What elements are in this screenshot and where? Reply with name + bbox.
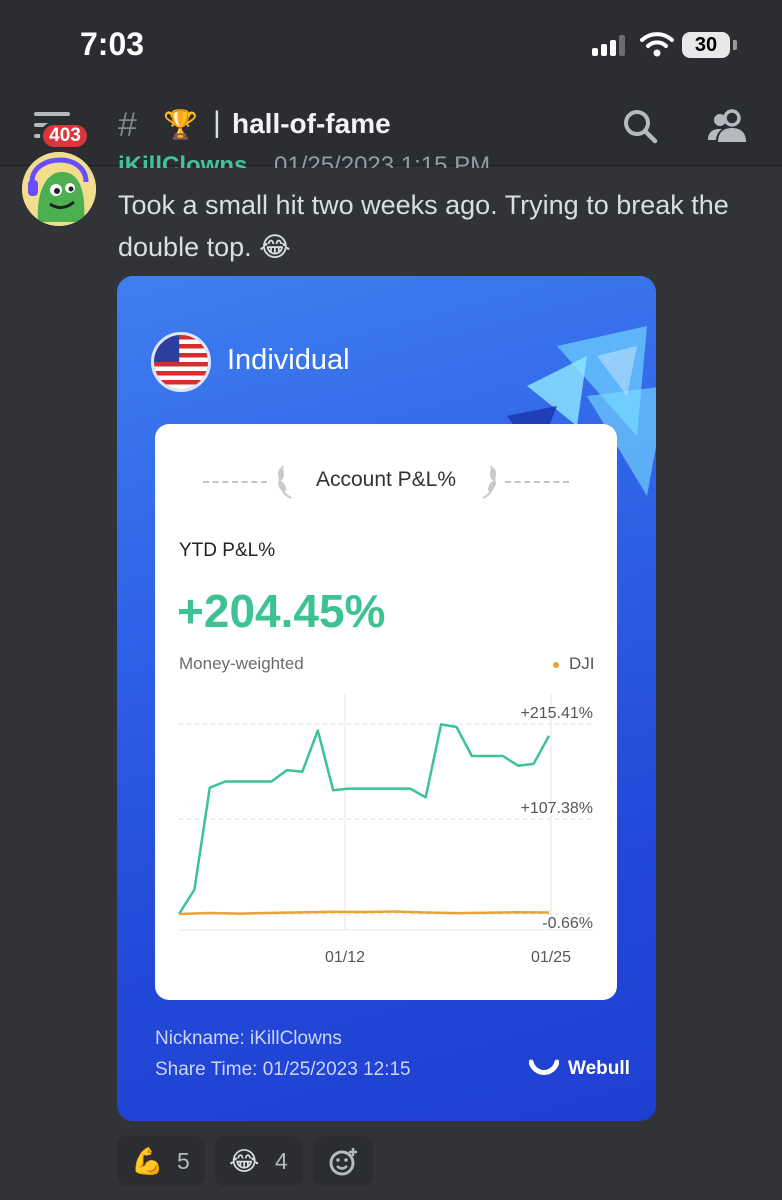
members-icon[interactable]: [706, 106, 750, 146]
status-time: 7:03: [80, 26, 145, 62]
webull-logo-icon: [529, 1059, 559, 1075]
channel-name[interactable]: hall-of-fame: [232, 108, 391, 140]
reaction-count: 4: [275, 1148, 288, 1174]
reaction-joy[interactable]: 😂 4: [215, 1136, 303, 1186]
laurel-right-icon: [482, 465, 496, 499]
message-meta: iKillClowns 01/25/2023 1:15 PM: [118, 150, 618, 168]
nickname: Nickname: iKillClowns: [155, 1028, 342, 1049]
pnl-panel: Account P&L% YTD P&L% +204.45% Money-wei…: [155, 424, 617, 1000]
battery-level: 30: [694, 34, 718, 56]
pnl-chart: +215.41% +107.38% -0.66% 01/12 01/25: [177, 694, 593, 966]
shared-pnl-card[interactable]: Individual Account P&L% YTD P&L% +204.45…: [117, 276, 656, 1121]
timestamp: 01/25/2023 1:15 PM: [274, 152, 491, 168]
x-tick-label: 01/12: [325, 949, 365, 966]
y-tick-label: -0.66%: [542, 915, 593, 932]
status-bar: 7:03 30: [0, 0, 782, 90]
search-icon[interactable]: [620, 106, 660, 146]
avatar[interactable]: [22, 152, 96, 226]
wifi-icon: [640, 32, 674, 57]
reaction-flexed-biceps[interactable]: 💪 5: [117, 1136, 205, 1186]
y-tick-label: +215.41%: [520, 705, 593, 722]
reaction-emoji: 💪: [131, 1146, 164, 1176]
ytd-label: YTD P&L%: [179, 540, 276, 561]
us-flag-icon: [151, 332, 211, 392]
y-tick-label: +107.38%: [520, 800, 593, 817]
battery-nub: [733, 40, 737, 50]
x-tick-label: 01/25: [531, 949, 571, 966]
unread-badge: 403: [40, 122, 90, 150]
signal-icon: [592, 34, 630, 56]
panel-title: Account P&L%: [315, 468, 457, 491]
message-text: Took a small hit two weeks ago. Trying t…: [118, 190, 729, 262]
divider-right: [505, 481, 569, 483]
username[interactable]: iKillClowns: [118, 152, 247, 168]
trophy-icon: 🏆: [163, 109, 198, 140]
legend-dot-dji: [553, 662, 559, 668]
account-type: Individual: [227, 344, 350, 376]
add-reaction-icon[interactable]: [313, 1136, 373, 1186]
ytd-value: +204.45%: [177, 585, 386, 637]
channel-separator: |: [213, 106, 221, 139]
legend-label-dji: DJI: [569, 654, 595, 673]
battery-icon: 30: [682, 32, 730, 58]
reaction-count: 5: [177, 1148, 190, 1174]
avatar-clown-image: [22, 152, 96, 226]
channel-hash-icon: #: [118, 106, 137, 144]
reaction-emoji: 😂: [229, 1146, 260, 1176]
brand-name: Webull: [568, 1058, 630, 1079]
weighting-label: Money-weighted: [179, 654, 304, 673]
share-time: Share Time: 01/25/2023 12:15: [155, 1059, 411, 1080]
